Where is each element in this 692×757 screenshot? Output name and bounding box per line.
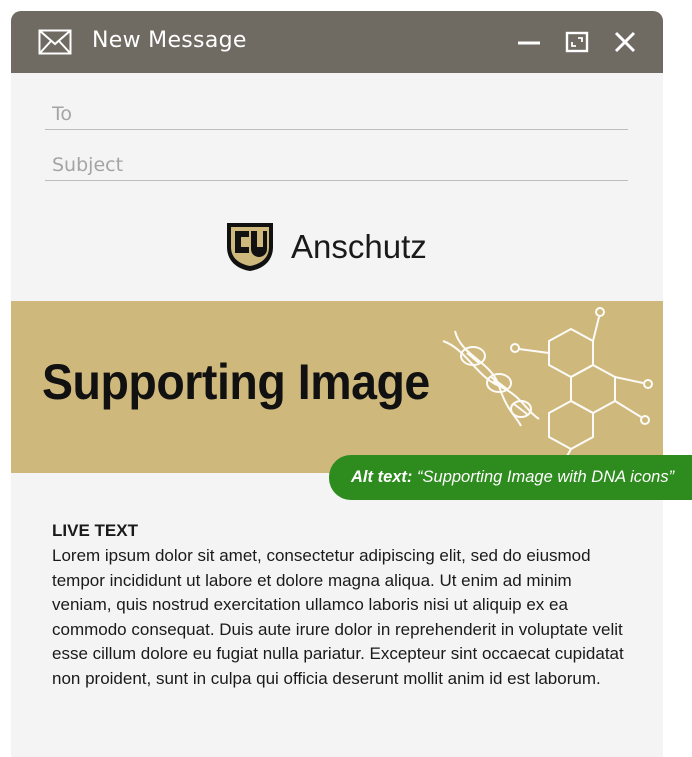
title-bar: New Message <box>11 11 663 73</box>
to-input[interactable] <box>52 103 612 125</box>
compose-window: New Message Anschutz <box>11 11 663 757</box>
banner-headline: Supporting Image <box>42 354 430 410</box>
window-title: New Message <box>92 28 247 53</box>
supporting-image-banner: Supporting Image <box>11 301 663 473</box>
alt-text-callout: Alt text: “Supporting Image with DNA ico… <box>329 455 692 500</box>
minimize-icon[interactable] <box>516 29 542 55</box>
live-text-heading: LIVE TEXT <box>52 521 138 540</box>
to-field <box>45 99 628 130</box>
alt-text-label: Alt text: <box>351 468 413 486</box>
dna-molecule-icon <box>442 307 653 468</box>
cu-logo-mark-icon <box>227 223 273 271</box>
subject-field <box>45 150 628 181</box>
close-icon[interactable] <box>612 29 638 55</box>
subject-input[interactable] <box>52 154 612 176</box>
maximize-icon[interactable] <box>564 29 590 55</box>
live-text-section: LIVE TEXT Lorem ipsum dolor sit amet, co… <box>52 521 632 692</box>
alt-text-value: “Supporting Image with DNA icons” <box>417 468 675 486</box>
logo-text: Anschutz <box>291 228 427 265</box>
envelope-icon <box>38 29 72 55</box>
live-text-body: Lorem ipsum dolor sit amet, consectetur … <box>52 546 624 688</box>
